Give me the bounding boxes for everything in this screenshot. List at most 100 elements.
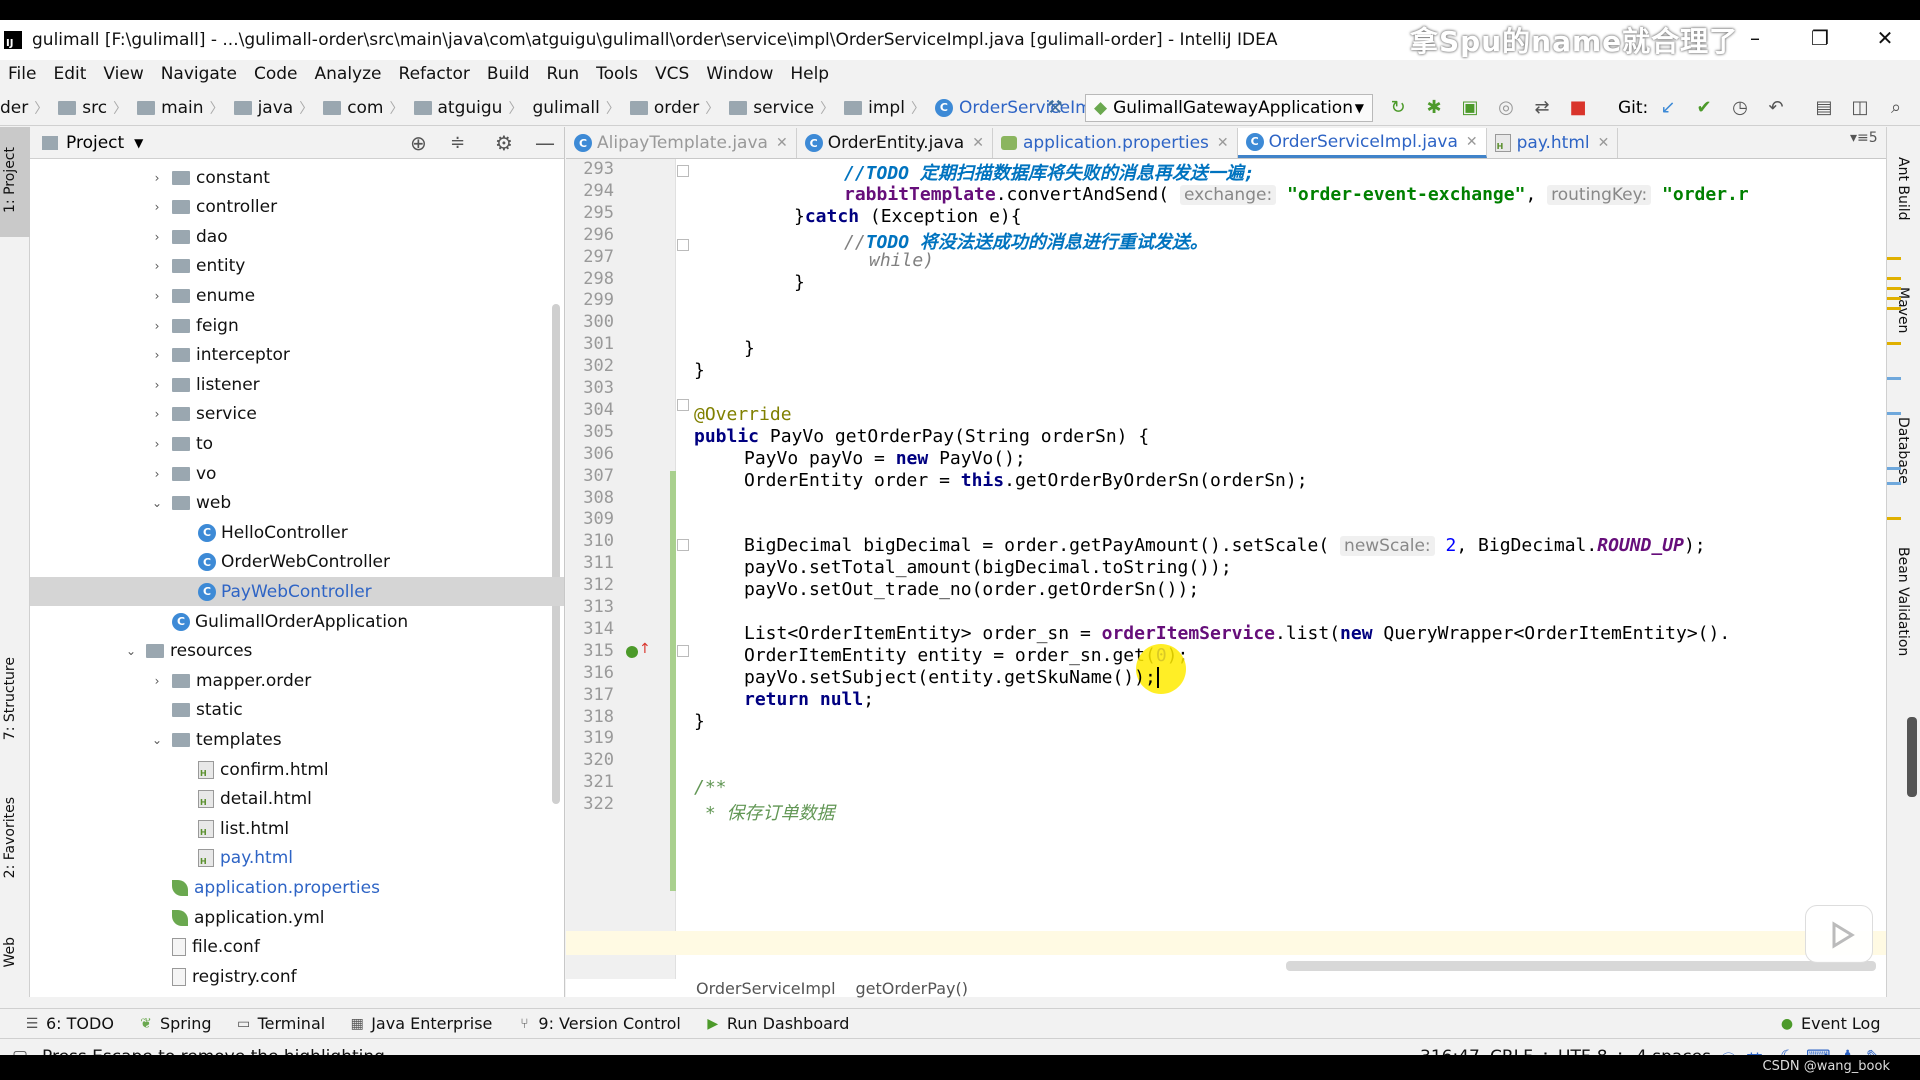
tab-event-log[interactable]: ● Event Log xyxy=(1779,1014,1881,1033)
warning-marker[interactable] xyxy=(1887,307,1901,310)
tree-item[interactable]: C PayWebController xyxy=(30,577,564,607)
override-marker-icon[interactable] xyxy=(626,646,638,658)
minimize-icon[interactable]: – xyxy=(1740,26,1770,52)
file-encoding[interactable]: UTF-8 ÷ xyxy=(1558,1047,1627,1055)
restore-icon[interactable]: ❐ xyxy=(1805,26,1835,52)
breadcrumb-atguigu[interactable]: atguigu 〉 xyxy=(413,98,522,118)
locate-icon[interactable]: ⊕ xyxy=(410,131,427,155)
tab-maven[interactable]: Maven xyxy=(1895,287,1911,333)
tree-item[interactable]: › vo xyxy=(30,459,564,488)
tree-item[interactable]: › service xyxy=(30,400,564,429)
tab-java-enterprise[interactable]: ▦ Java Enterprise xyxy=(349,1014,493,1033)
menu-vcs[interactable]: VCS xyxy=(655,64,689,84)
chevron-down-icon[interactable]: ⌄ xyxy=(150,496,164,510)
tree-item[interactable]: › controller xyxy=(30,193,564,222)
menu-build[interactable]: Build xyxy=(487,64,530,84)
tree-item[interactable]: ⌄ web xyxy=(30,489,564,518)
keyboard-icon[interactable]: ⌨ xyxy=(1806,1047,1831,1055)
code-editor[interactable]: 293 294 295 296 297 298 299 300 301 302 303 304 305 3… xyxy=(566,159,1886,979)
chevron-right-icon[interactable]: › xyxy=(150,378,164,392)
line-separator[interactable]: CRLF ÷ xyxy=(1490,1047,1553,1055)
chevron-right-icon[interactable]: › xyxy=(150,171,164,185)
horizontal-scrollbar[interactable] xyxy=(1286,961,1876,971)
chevron-right-icon[interactable]: › xyxy=(150,467,164,481)
tree-item[interactable]: application.yml xyxy=(30,903,564,932)
warning-marker[interactable] xyxy=(1887,297,1901,300)
breadcrumb-src[interactable]: src 〉 xyxy=(58,98,127,118)
tree-item[interactable]: › to xyxy=(30,429,564,458)
info-marker[interactable] xyxy=(1887,482,1901,485)
git-update-icon[interactable]: ↙ xyxy=(1658,98,1678,118)
warning-marker[interactable] xyxy=(1887,287,1901,290)
menu-analyze[interactable]: Analyze xyxy=(315,64,382,84)
warning-marker[interactable] xyxy=(1887,277,1901,280)
user-icon[interactable]: ♟ xyxy=(1840,1047,1855,1055)
history-icon[interactable]: ◷ xyxy=(1730,98,1750,118)
info-marker[interactable] xyxy=(1887,412,1901,415)
tab-spring[interactable]: ❦ Spring xyxy=(138,1014,212,1033)
rerun-icon[interactable]: ↻ xyxy=(1388,98,1408,118)
chevron-right-icon[interactable]: › xyxy=(150,407,164,421)
tree-item[interactable]: › entity xyxy=(30,252,564,281)
tree-item[interactable]: static xyxy=(30,696,564,725)
tree-item[interactable]: › mapper.order xyxy=(30,666,564,695)
tree-item[interactable]: detail.html xyxy=(30,785,564,814)
editor-scroll-thumb[interactable] xyxy=(1907,717,1917,797)
run-configuration-select[interactable]: ◆ GulimallGatewayApplication ▼ xyxy=(1085,94,1373,122)
collapse-all-icon[interactable]: ≑ xyxy=(450,132,465,153)
chevron-right-icon[interactable]: › xyxy=(150,674,164,688)
profile-icon[interactable]: ◎ xyxy=(1496,98,1516,118)
breadcrumb-com[interactable]: com 〉 xyxy=(323,98,404,118)
tab-todo[interactable]: ☰ 6: TODO xyxy=(24,1014,114,1033)
tree-item[interactable]: ⌄ resources xyxy=(30,637,564,666)
chevron-down-icon[interactable]: ⌄ xyxy=(124,644,138,658)
tree-item[interactable]: › interceptor xyxy=(30,341,564,370)
chevron-right-icon[interactable]: › xyxy=(150,200,164,214)
video-play-button[interactable] xyxy=(1805,905,1873,963)
search-icon[interactable]: ⌕ xyxy=(1886,98,1906,118)
editor-tab[interactable]: C OrderEntity.java ✕ xyxy=(797,128,993,158)
tab-bean-validation[interactable]: Bean Validation xyxy=(1895,547,1911,656)
hide-panel-icon[interactable]: — xyxy=(535,131,555,155)
tree-item[interactable]: confirm.html xyxy=(30,755,564,784)
tab-web[interactable]: Web xyxy=(2,937,18,968)
info-marker[interactable] xyxy=(1887,377,1901,380)
caret-position[interactable]: 316:47 xyxy=(1420,1047,1480,1055)
presentation-icon[interactable]: ◫ xyxy=(1850,98,1870,118)
wrench-icon[interactable]: ✎ xyxy=(1866,1047,1880,1055)
chevron-right-icon[interactable]: › xyxy=(150,230,164,244)
status-window-icon[interactable]: ▢ xyxy=(12,1047,28,1055)
chevron-right-icon[interactable]: › xyxy=(150,437,164,451)
tree-item[interactable]: C HelloController xyxy=(30,518,564,547)
tabs-overflow-icon[interactable]: ▾≡5 xyxy=(1850,130,1878,146)
warning-marker[interactable] xyxy=(1887,257,1901,260)
tree-item[interactable]: C GulimallOrderApplication xyxy=(30,607,564,636)
tab-version-control[interactable]: ⑂ 9: Version Control xyxy=(516,1014,681,1033)
ime-icon[interactable]: Ⓤ xyxy=(1720,1047,1737,1055)
tab-database[interactable]: Database xyxy=(1895,417,1911,484)
breadcrumb-order[interactable]: order 〉 xyxy=(629,98,719,118)
tree-item[interactable]: › listener xyxy=(30,370,564,399)
tree-item[interactable]: list.html xyxy=(30,814,564,843)
editor-tab[interactable]: pay.html ✕ xyxy=(1487,128,1619,158)
breadcrumb-orderserviceimpl[interactable]: C OrderServiceImpl xyxy=(934,98,1107,118)
tab-terminal[interactable]: ▭ Terminal xyxy=(236,1014,325,1033)
tree-item[interactable]: › dao xyxy=(30,222,564,251)
breadcrumb-service[interactable]: service 〉 xyxy=(729,98,834,118)
attach-debugger-icon[interactable]: ⇄ xyxy=(1532,98,1552,118)
breadcrumb-main[interactable]: main 〉 xyxy=(137,98,224,118)
menu-help[interactable]: Help xyxy=(790,64,829,84)
gear-icon[interactable]: ⚙ xyxy=(495,131,513,155)
tree-item[interactable]: application.properties xyxy=(30,873,564,902)
warning-marker[interactable] xyxy=(1887,517,1901,520)
fold-marker[interactable] xyxy=(677,165,689,177)
menu-navigate[interactable]: Navigate xyxy=(161,64,237,84)
close-tab-icon[interactable]: ✕ xyxy=(1466,134,1478,150)
run-coverage-icon[interactable]: ▣ xyxy=(1460,98,1480,118)
stop-icon[interactable]: ■ xyxy=(1568,98,1588,118)
fold-marker[interactable] xyxy=(677,645,689,657)
breadcrumb-root[interactable]: der 〉 xyxy=(0,98,48,118)
editor-crumb-class[interactable]: OrderServiceImpl xyxy=(696,979,836,998)
tree-item[interactable]: ⌄ templates xyxy=(30,725,564,754)
close-icon[interactable]: ✕ xyxy=(1870,26,1900,52)
